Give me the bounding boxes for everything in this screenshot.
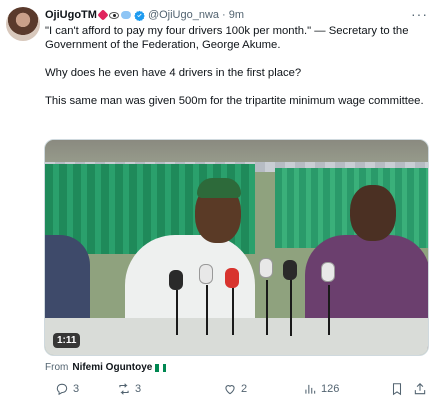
avatar[interactable] bbox=[6, 7, 40, 41]
mic-stand bbox=[206, 285, 208, 335]
tweet-header: OjiUgoTM @OjiUgo_nwa · 9m bbox=[45, 9, 244, 21]
retweet-icon bbox=[119, 383, 129, 395]
separator-dot: · bbox=[222, 9, 226, 21]
mic-stand bbox=[266, 280, 268, 335]
reply-count: 3 bbox=[73, 383, 80, 395]
video-table bbox=[45, 318, 428, 355]
source-name[interactable]: Nifemi Oguntoye bbox=[72, 362, 152, 373]
tweet-actions: 3 3 2 126 bbox=[55, 382, 427, 400]
video-source: From Nifemi Oguntoye bbox=[45, 362, 167, 373]
video-speaker-cap bbox=[197, 178, 241, 198]
nigeria-flag-icon bbox=[155, 363, 167, 372]
verified-badge-icon bbox=[134, 10, 145, 21]
retweet-button[interactable]: 3 bbox=[117, 382, 141, 396]
like-button[interactable]: 2 bbox=[223, 382, 247, 396]
views-button[interactable]: 126 bbox=[303, 382, 339, 396]
like-icon bbox=[225, 385, 235, 395]
video-player[interactable]: 1:11 bbox=[44, 139, 429, 356]
bookmark-button[interactable] bbox=[390, 382, 404, 396]
source-prefix: From bbox=[45, 362, 69, 373]
microphone bbox=[321, 262, 335, 282]
microphone bbox=[199, 264, 213, 284]
timestamp-link[interactable]: 9m bbox=[229, 9, 244, 21]
microphone bbox=[283, 260, 297, 280]
share-button[interactable] bbox=[413, 382, 427, 396]
microphone bbox=[169, 270, 183, 290]
microphone bbox=[259, 258, 273, 278]
reply-button[interactable]: 3 bbox=[55, 382, 79, 396]
red-emoji-icon bbox=[97, 9, 109, 21]
tweet-text: "I can't afford to pay my four drivers 1… bbox=[45, 24, 430, 108]
bookmark-icon bbox=[392, 383, 402, 396]
display-name[interactable]: OjiUgoTM bbox=[45, 9, 97, 21]
tweet-paragraph: This same man was given 500m for the tri… bbox=[45, 95, 424, 107]
views-icon bbox=[305, 384, 316, 394]
more-options-icon[interactable]: ··· bbox=[411, 6, 428, 22]
views-count: 126 bbox=[321, 383, 340, 395]
video-duration: 1:11 bbox=[53, 333, 81, 348]
microphone bbox=[225, 268, 239, 288]
share-icon bbox=[414, 383, 426, 395]
bubble-emoji-icon bbox=[120, 11, 131, 19]
mic-stand bbox=[176, 290, 178, 335]
like-count: 2 bbox=[241, 383, 248, 395]
name-emojis bbox=[97, 9, 131, 21]
mic-stand bbox=[328, 285, 330, 335]
tweet-paragraph: "I can't afford to pay my four drivers 1… bbox=[45, 25, 409, 51]
user-handle[interactable]: @OjiUgo_nwa bbox=[148, 9, 219, 21]
retweet-count: 3 bbox=[135, 383, 142, 395]
mic-stand bbox=[232, 280, 234, 335]
mic-stand bbox=[290, 278, 292, 336]
tweet-paragraph: Why does he even have 4 drivers in the f… bbox=[45, 67, 302, 79]
eye-emoji-icon bbox=[108, 11, 119, 19]
reply-icon bbox=[56, 383, 68, 396]
video-person-right-head bbox=[350, 185, 396, 241]
